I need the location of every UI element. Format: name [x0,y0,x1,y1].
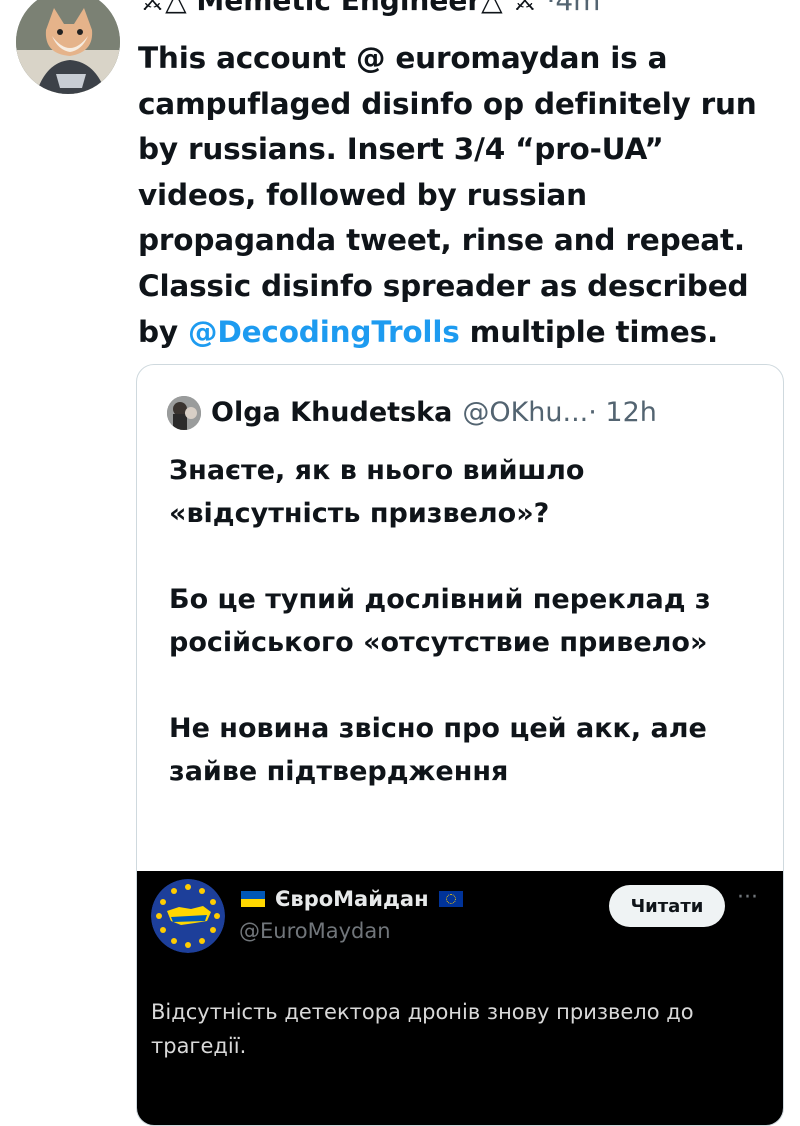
quoted-user-handle[interactable]: @OKhu... [462,395,588,431]
quoted-tweet-header: Olga Khudetska @OKhu... · 12h [167,395,657,431]
quoted-user-name[interactable]: Olga Khudetska [211,395,452,431]
quoted-tweet-time[interactable]: · 12h [588,395,657,431]
embedded-more-icon: ··· [737,885,758,910]
embedded-account-name: ЄвроМайдан [241,887,463,911]
more-icon[interactable]: ··· [750,0,774,7]
tweet-text-part2: multiple times. [459,314,719,349]
eu-flag-icon [438,891,463,907]
tweet-text-part1: This account @ euromaydan is a campuflag… [138,41,757,349]
tweet-header: ⚔△ Memetic Engineer△ ⚔ ·4m [140,0,600,18]
quoted-tweet-text: Знаєте, як в нього вийшло «відсутність п… [169,455,711,787]
quoted-user-avatar[interactable] [167,396,201,430]
tweet-time[interactable]: 4m [555,0,600,17]
author-avatar[interactable] [16,0,120,94]
embedded-name-text: ЄвроМайдан [275,887,429,911]
follow-button: Читати [609,885,725,927]
tweet-text: This account @ euromaydan is a campuflag… [138,36,788,355]
embedded-tweet-text: Відсутність детектора дронів знову призв… [151,1000,694,1058]
mention-link[interactable]: @DecodingTrolls [188,315,460,349]
ukraine-flag-icon [241,891,265,907]
separator: · [537,0,556,17]
euromaydan-avatar [151,879,225,953]
quoted-tweet-card[interactable]: Olga Khudetska @OKhu... · 12h Знаєте, як … [136,364,784,1126]
embedded-screenshot[interactable]: ЄвроМайдан @EuroMaydan Читати ··· Відсут… [137,871,783,1125]
embedded-account-handle: @EuroMaydan [239,919,391,943]
author-name[interactable]: ⚔△ Memetic Engineer△ ⚔ [140,0,538,17]
